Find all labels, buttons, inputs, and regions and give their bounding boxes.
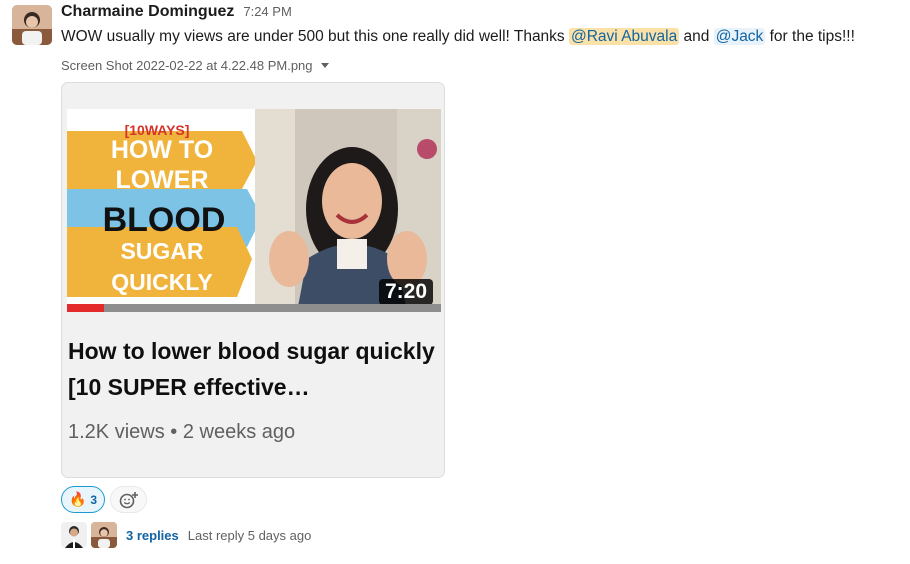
image-attachment-preview[interactable]: [10WAYS] HOW TO LOWER BLOOD SUGAR QUICKL… xyxy=(61,82,445,478)
video-duration: 7:20 xyxy=(378,279,433,305)
thumbnail-line-2: LOWER xyxy=(115,166,208,194)
reaction-fire[interactable]: 🔥 3 xyxy=(61,486,105,513)
add-emoji-icon xyxy=(119,491,138,508)
attachment-filename-text: Screen Shot 2022-02-22 at 4.22.48 PM.png xyxy=(61,58,313,73)
reaction-count: 3 xyxy=(90,492,98,507)
author-name[interactable]: Charmaine Dominguez xyxy=(61,3,234,21)
video-meta: 1.2K views • 2 weeks ago xyxy=(68,421,296,443)
mention-ravi[interactable]: @Ravi Abuvala xyxy=(569,28,680,45)
message-timestamp[interactable]: 7:24 PM xyxy=(243,4,291,19)
thread-last-reply: Last reply 5 days ago xyxy=(187,527,312,543)
message-header: Charmaine Dominguez 7:24 PM xyxy=(61,3,292,23)
chevron-down-icon[interactable] xyxy=(320,63,329,68)
fire-emoji-icon: 🔥 xyxy=(68,491,87,507)
watch-progress-bar xyxy=(67,304,441,312)
thread-summary[interactable]: 3 replies Last reply 5 days ago xyxy=(61,522,311,548)
mention-jack[interactable]: @Jack xyxy=(713,28,766,45)
video-thumbnail: [10WAYS] HOW TO LOWER BLOOD SUGAR QUICKL… xyxy=(67,109,441,312)
thumbnail-line-5: QUICKLY xyxy=(111,269,212,295)
video-title: How to lower blood sugar quickly [10 SUP… xyxy=(68,338,435,400)
thread-replies-link[interactable]: 3 replies xyxy=(126,528,179,543)
thumbnail-line-4: SUGAR xyxy=(120,238,203,264)
attachment-filename[interactable]: Screen Shot 2022-02-22 at 4.22.48 PM.png xyxy=(61,58,329,73)
message-text-part: for the tips!!! xyxy=(765,28,855,45)
reply-avatar-2 xyxy=(91,522,117,548)
thumbnail-line-1: HOW TO xyxy=(111,136,213,164)
message-text: WOW usually my views are under 500 but t… xyxy=(61,26,855,48)
message-text-part: WOW usually my views are under 500 but t… xyxy=(61,28,569,45)
watch-progress-fill xyxy=(67,304,105,312)
message-text-part: and xyxy=(679,28,714,45)
thumbnail-line-3: BLOOD xyxy=(103,201,226,239)
author-avatar[interactable] xyxy=(12,5,52,45)
add-reaction-button[interactable] xyxy=(110,486,147,513)
reply-avatar-1 xyxy=(61,522,87,548)
